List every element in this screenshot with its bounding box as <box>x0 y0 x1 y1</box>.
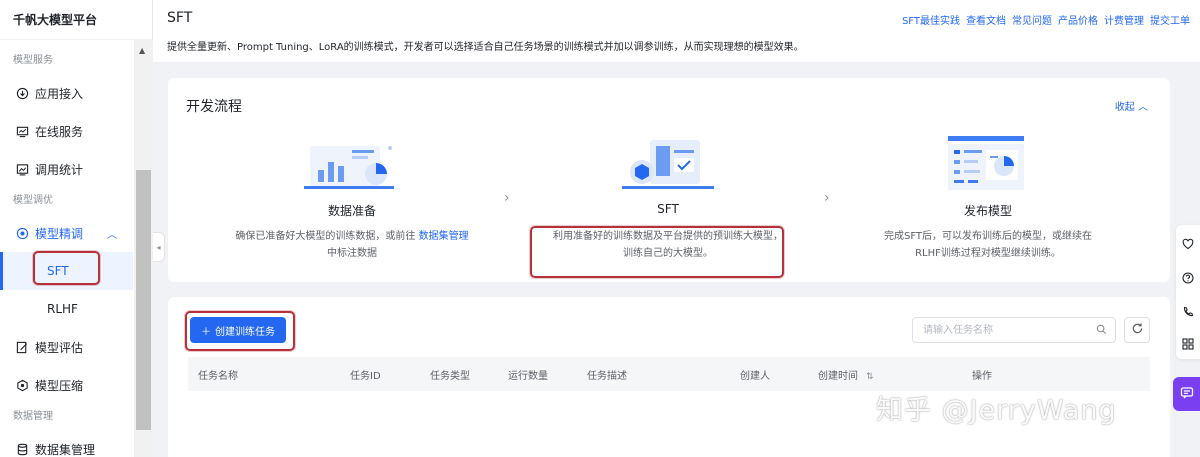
refresh-button[interactable] <box>1124 317 1150 343</box>
column-task-id: 任务ID <box>350 371 381 382</box>
collapse-link[interactable]: 收起 ︿ <box>1115 98 1148 113</box>
chat-assistant-button[interactable] <box>1173 377 1200 411</box>
sidebar-item-label: 在线服务 <box>35 124 84 139</box>
header-links: SFT最佳实践 查看文档 常见问题 产品价格 计费管理 提交工单 <box>902 12 1190 27</box>
monitor-icon <box>15 124 29 138</box>
database-icon <box>15 442 29 456</box>
dataset-mgmt-link[interactable]: 数据集管理 <box>419 231 469 242</box>
publish-illustration <box>938 136 1038 196</box>
scroll-up-icon[interactable]: ▲ <box>139 46 145 55</box>
sidebar-item-model-eval[interactable]: 模型评估 <box>0 328 133 366</box>
column-run-count: 运行数量 <box>508 371 548 382</box>
step-description: 完成SFT后，可以发布训练后的模型，或继续在 RLHF训练过程对模型继续训练。 <box>858 228 1118 262</box>
watermark: 知乎 @JerryWang <box>876 395 1117 426</box>
step-title: SFT <box>657 202 679 216</box>
step-description: 确保已准备好大模型的训练数据，或前往 数据集管理 中标注数据 <box>222 228 482 262</box>
chat-icon <box>1180 386 1194 403</box>
grid-icon[interactable] <box>1181 337 1195 351</box>
sidebar-item-sft[interactable]: SFT <box>0 252 133 290</box>
column-created-time[interactable]: 创建时间 ⇅ <box>818 367 874 382</box>
step-desc-text: 完成SFT后，可以发布训练后的模型，或继续在 <box>883 231 1093 242</box>
sidebar-item-label: 数据集管理 <box>35 442 96 457</box>
task-table-header: 任务名称 任务ID 任务类型 运行数量 任务描述 创建人 创建时间 ⇅ 操作 <box>188 357 1150 391</box>
step-desc-text: RLHF训练过程对模型继续训练。 <box>915 248 1061 259</box>
page-header: SFT 提供全量更新、Prompt Tuning、LoRA的训练模式，开发者可以… <box>153 0 1200 62</box>
target-icon <box>15 226 29 240</box>
step-description: 利用准备好的训练数据及平台提供的预训练大模型， 训练自己的大模型。 <box>538 228 798 262</box>
download-circle-icon <box>15 86 29 100</box>
sort-icon[interactable]: ⇅ <box>866 372 874 382</box>
task-search <box>912 317 1116 343</box>
brand-title: 千帆大模型平台 <box>0 0 152 40</box>
sidebar-item-dataset-mgmt[interactable]: 数据集管理 <box>0 430 133 457</box>
compress-icon <box>15 378 29 392</box>
right-tool-rail <box>1176 225 1200 359</box>
column-task-name: 任务名称 <box>198 371 238 382</box>
data-prep-illustration <box>302 136 402 196</box>
sidebar-item-label: 模型压缩 <box>35 378 84 393</box>
flow-title: 开发流程 <box>186 99 242 115</box>
step-desc-text: 中标注数据 <box>327 248 377 259</box>
plus-icon: ＋ <box>201 326 211 338</box>
sft-illustration <box>618 136 718 196</box>
chevron-right-icon: › <box>504 190 510 206</box>
step-title: 数据准备 <box>327 204 376 218</box>
link-billing[interactable]: 计费管理 <box>1104 12 1144 27</box>
button-label: 创建训练任务 <box>215 326 275 338</box>
edit-doc-icon <box>15 340 29 354</box>
step-desc-text: 训练自己的大模型。 <box>623 248 713 259</box>
step-desc-text: 利用准备好的训练数据及平台提供的预训练大模型， <box>553 231 783 242</box>
column-task-desc: 任务描述 <box>587 371 627 382</box>
help-icon[interactable] <box>1181 271 1195 285</box>
sidebar-group-model-service: 模型服务 <box>13 55 53 66</box>
sidebar-group-data-management: 数据管理 <box>13 411 53 422</box>
sidebar-group-model-tuning: 模型调优 <box>13 195 53 206</box>
sidebar-item-model-compress[interactable]: 模型压缩 <box>0 366 133 404</box>
chart-icon <box>15 162 29 176</box>
column-task-type: 任务类型 <box>430 371 470 382</box>
sidebar-item-fine-tuning[interactable]: 模型精调 ︿ <box>0 214 133 252</box>
link-pricing[interactable]: 产品价格 <box>1058 12 1098 27</box>
sidebar-item-app-access[interactable]: 应用接入 <box>0 74 133 112</box>
sidebar-item-usage-stats[interactable]: 调用统计 <box>0 150 133 188</box>
sidebar-item-label: 调用统计 <box>35 162 84 177</box>
column-creator: 创建人 <box>740 371 770 382</box>
column-label: 创建时间 <box>818 371 858 382</box>
sidebar-item-label: 应用接入 <box>35 86 84 101</box>
task-list-card: ＋ 创建训练任务 任务名称 任务ID 任务类型 运行数量 任务描述 创建人 创建… <box>168 297 1170 457</box>
scrollbar-thumb[interactable] <box>136 170 151 430</box>
sidebar: 千帆大模型平台 模型服务 应用接入 在线服务 调用统计 模型调优 模型精调 ︿ … <box>0 0 153 457</box>
chevron-right-icon: › <box>824 190 830 206</box>
step-desc-text: 确保已准备好大模型的训练数据，或前往 <box>235 231 416 242</box>
phone-icon[interactable] <box>1181 305 1195 319</box>
link-view-docs[interactable]: 查看文档 <box>966 12 1006 27</box>
page-title: SFT <box>167 10 193 26</box>
sidebar-item-label: 模型评估 <box>35 340 84 355</box>
sidebar-item-online-service[interactable]: 在线服务 <box>0 112 133 150</box>
sidebar-collapse-handle[interactable]: ◂ <box>153 232 165 262</box>
search-icon[interactable] <box>1096 324 1107 338</box>
sidebar-scrollbar[interactable]: ▲ <box>134 40 153 457</box>
sidebar-menu: 模型服务 应用接入 在线服务 调用统计 模型调优 模型精调 ︿ SFT RLHF… <box>0 40 133 457</box>
link-faq[interactable]: 常见问题 <box>1012 12 1052 27</box>
step-title: 发布模型 <box>963 204 1012 218</box>
heart-icon[interactable] <box>1181 237 1195 251</box>
sidebar-item-label: 模型精调 <box>35 226 84 241</box>
refresh-icon <box>1131 322 1144 338</box>
dev-flow-card: 开发流程 收起 ︿ 数据准备 确保已准备好大模型的训练数据，或前往 数据集管理 … <box>168 78 1170 282</box>
create-training-task-button[interactable]: ＋ 创建训练任务 <box>190 317 286 343</box>
link-submit-ticket[interactable]: 提交工单 <box>1150 12 1190 27</box>
sidebar-item-rlhf[interactable]: RLHF <box>0 290 133 328</box>
link-sft-best-practice[interactable]: SFT最佳实践 <box>902 12 960 27</box>
page-description: 提供全量更新、Prompt Tuning、LoRA的训练模式，开发者可以选择适合… <box>167 42 804 53</box>
column-actions: 操作 <box>972 371 992 382</box>
task-search-input[interactable] <box>913 318 1083 342</box>
chevron-up-icon[interactable]: ︿ <box>107 226 117 241</box>
